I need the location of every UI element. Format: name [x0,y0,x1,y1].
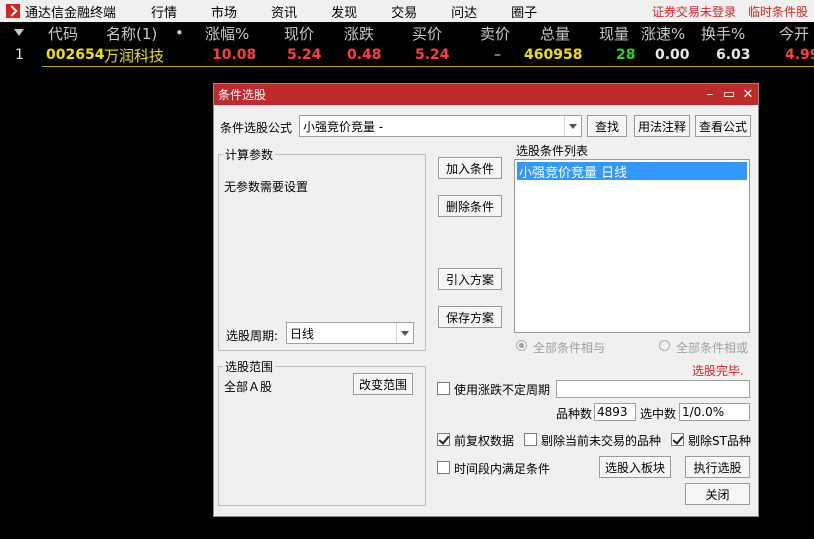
menu-discover[interactable]: 发现 [331,2,357,21]
dialog-titlebar[interactable]: 条件选股 – ▭ ✕ [214,84,758,105]
condition-select-dialog: 条件选股 – ▭ ✕ 条件选股公式 小强竞价竞量 - 查找 用法注释 查看公式 … [213,83,759,517]
row-ask: – [494,47,501,63]
row-open: 4.99 [785,47,814,63]
menu-circle[interactable]: 圈子 [511,2,537,21]
view-formula-button[interactable]: 查看公式 [695,115,751,137]
col-ask[interactable]: 卖价 [480,23,510,44]
col-name[interactable]: 名称(1) [106,23,157,44]
col-price[interactable]: 现价 [284,23,314,44]
app-logo-icon [6,4,20,18]
menu-market-quotes[interactable]: 行情 [151,2,177,21]
chevron-down-icon[interactable] [564,116,581,136]
minimize-icon[interactable]: – [701,84,719,105]
restore-icon[interactable]: ▭ [720,84,738,105]
use-variable-period-label: 使用涨跌不定周期 [454,383,551,397]
col-marker: • [175,24,184,42]
close-icon[interactable]: ✕ [739,84,757,105]
time-range-checkbox[interactable] [437,461,450,474]
formula-select[interactable]: 小强竞价竞量 - [299,115,582,137]
menu-market[interactable]: 市场 [211,2,237,21]
row-price: 5.24 [287,47,322,63]
find-button[interactable]: 查找 [587,115,627,137]
range-group-title: 选股范围 [223,358,276,375]
col-speed[interactable]: 涨速% [641,23,685,44]
col-volume[interactable]: 总量 [540,23,570,44]
col-code[interactable]: 代码 [48,23,78,44]
period-value: 日线 [290,326,315,341]
row-turnover: 6.03 [716,47,751,63]
list-item[interactable]: 小强竞价竞量 日线 [517,162,747,181]
row-last-volume: 28 [616,47,636,63]
params-text: 无参数需要设置 [224,180,309,194]
col-change-pct[interactable]: 涨幅% [205,23,249,44]
save-scheme-button[interactable]: 保存方案 [438,306,502,328]
formula-label: 条件选股公式 [220,121,293,135]
selected-value: 1/0.0% [679,403,750,421]
params-group-title: 计算参数 [223,146,276,163]
col-open[interactable]: 今开 [779,23,809,44]
radio-all-or[interactable] [659,340,670,351]
menu-ask[interactable]: 问达 [451,2,477,21]
chevron-down-icon[interactable] [396,323,413,343]
radio-all-or-label: 全部条件相或 [676,341,749,355]
col-bid[interactable]: 买价 [412,23,442,44]
trade-login-status[interactable]: 证券交易未登录 [652,3,736,20]
menu-trade[interactable]: 交易 [391,2,417,21]
remove-st-checkbox[interactable] [671,433,684,446]
usage-notes-button[interactable]: 用法注释 [634,115,690,137]
col-change[interactable]: 涨跌 [344,23,374,44]
row-change: 0.48 [347,47,382,63]
menu-news[interactable]: 资讯 [271,2,297,21]
range-value: 全部Ａ股 [224,380,273,394]
use-variable-period-checkbox[interactable] [437,382,450,395]
row-bid: 5.24 [415,47,450,63]
status-text: 选股完毕. [692,364,744,378]
add-to-block-button[interactable]: 选股入板块 [599,456,671,478]
row-underline [42,66,814,67]
count-value: 4893 [594,403,636,421]
table-row[interactable]: 1 002654 万润科技 10.08 5.24 0.48 5.24 – 460… [0,44,814,66]
execute-select-button[interactable]: 执行选股 [685,456,750,478]
condition-list-title: 选股条件列表 [516,144,589,158]
col-turnover[interactable]: 换手% [701,23,745,44]
row-name: 万润科技 [104,46,165,65]
add-condition-button[interactable]: 加入条件 [438,157,502,179]
temp-condition-stocks[interactable]: 临时条件股 [748,3,808,20]
row-code: 002654 [46,47,105,63]
row-speed: 0.00 [655,47,690,63]
period-select[interactable]: 日线 [286,322,414,344]
dialog-title: 条件选股 [218,88,267,102]
menu-bar: 通达信金融终端 行情 市场 资讯 发现 交易 问达 圈子 证券交易未登录 临时条… [0,0,814,22]
forward-adjust-label: 前复权数据 [454,434,515,448]
time-range-label: 时间段内满足条件 [454,462,551,476]
change-range-button[interactable]: 改变范围 [353,373,413,395]
row-change-pct: 10.08 [212,47,257,63]
row-index: 1 [15,47,24,63]
col-last-volume[interactable]: 现量 [599,23,629,44]
row-volume: 460958 [524,47,583,63]
quote-grid-header: 代码 名称(1) • 涨幅% 现价 涨跌 买价 卖价 总量 现量 涨速% 换手%… [0,22,814,44]
app-title: 通达信金融终端 [25,5,117,21]
delete-condition-button[interactable]: 删除条件 [438,195,502,217]
import-scheme-button[interactable]: 引入方案 [438,268,502,290]
close-button[interactable]: 关闭 [685,483,750,505]
forward-adjust-checkbox[interactable] [437,433,450,446]
remove-notrade-checkbox[interactable] [524,433,537,446]
radio-all-and-label: 全部条件相与 [533,341,606,355]
remove-st-label: 剔除ST品种 [688,434,751,448]
variable-period-field[interactable] [556,380,750,398]
selected-label: 选中数 [640,407,677,421]
radio-all-and[interactable] [516,340,527,351]
remove-notrade-label: 剔除当前未交易的品种 [541,434,662,448]
period-label: 选股周期: [226,329,279,343]
count-label: 品种数 [556,407,593,421]
condition-listbox[interactable]: 小强竞价竞量 日线 [514,159,750,333]
formula-value: 小强竞价竞量 - [303,119,384,134]
